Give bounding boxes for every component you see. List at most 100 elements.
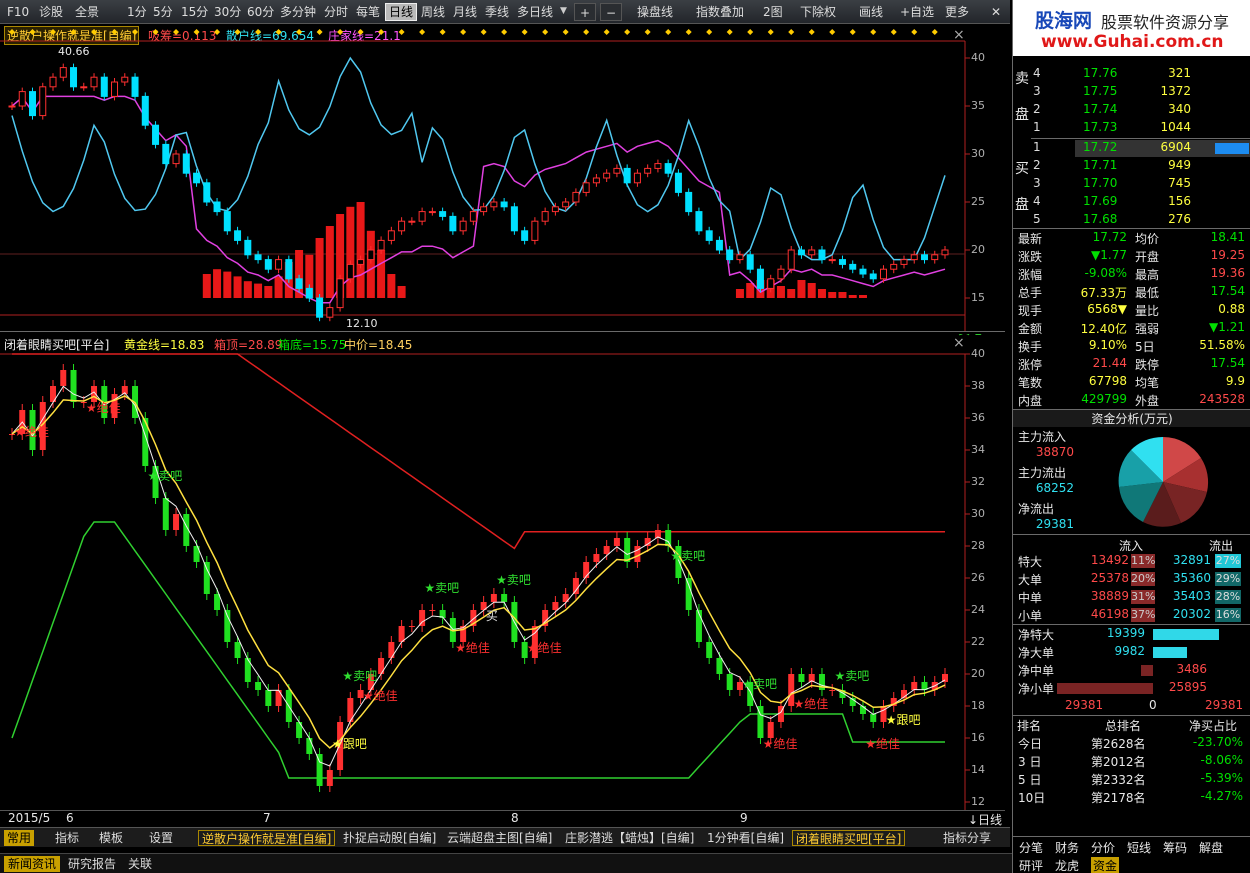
quote-panel: 股海网 股票软件资源分享 www.Guhai.com.cn 卖 盘 买 盘 资金… bbox=[1012, 0, 1250, 873]
stat-label: 最高 bbox=[1135, 268, 1160, 282]
status-bar: 新闻资讯 研究报告 关联 bbox=[0, 853, 1012, 873]
period-monthly[interactable]: 月线 bbox=[450, 3, 480, 21]
sell-level-index: 3 bbox=[1033, 84, 1041, 98]
tab-news[interactable]: 新闻资讯 bbox=[4, 856, 61, 872]
candle-body bbox=[316, 297, 324, 318]
panel-tab[interactable]: 分价 bbox=[1091, 839, 1115, 856]
ex-rights-menu[interactable]: 下除权 bbox=[797, 3, 839, 21]
period-intraday[interactable]: 分时 bbox=[321, 3, 351, 21]
fund-value: 68252 bbox=[1035, 481, 1074, 495]
zoom-in-button[interactable]: + bbox=[574, 3, 596, 21]
indicator-button[interactable]: 指标 bbox=[52, 830, 82, 846]
candle-body bbox=[275, 690, 282, 706]
candle-body bbox=[623, 167, 631, 184]
candle-body bbox=[501, 594, 508, 602]
tab-indicator-5[interactable]: 1分钟看[自编] bbox=[704, 830, 787, 846]
volume-bar bbox=[243, 281, 252, 298]
gold-line bbox=[11, 395, 946, 749]
index-overlay-menu[interactable]: 指数叠加 bbox=[693, 3, 747, 21]
period-1min[interactable]: 1分 bbox=[124, 3, 150, 21]
tab-indicator-3[interactable]: 云端超盘主图[自编] bbox=[444, 830, 555, 846]
close-icon[interactable]: ✕ bbox=[988, 3, 1004, 21]
stat-label: 总手 bbox=[1018, 286, 1043, 300]
add-favorite-menu[interactable]: +自选 bbox=[897, 3, 937, 21]
chevron-down-icon[interactable]: ▼ bbox=[560, 6, 567, 16]
f10-button[interactable]: F10 bbox=[4, 3, 32, 21]
period-30min[interactable]: 30分 bbox=[211, 3, 244, 21]
diagnose-button[interactable]: 诊股 bbox=[36, 3, 66, 21]
axis-label: 12 bbox=[971, 795, 985, 808]
candle-body bbox=[377, 239, 385, 251]
flow-in-value: 46198 bbox=[1090, 607, 1129, 621]
period-multi-min[interactable]: 多分钟 bbox=[277, 3, 319, 21]
sanhu-line bbox=[11, 56, 946, 262]
period-multi-day[interactable]: 多日线 bbox=[514, 3, 556, 21]
signal-marker bbox=[583, 29, 590, 35]
signal-marker bbox=[870, 29, 877, 35]
main-chart-pane[interactable]: 逆散户操作就是准[自编] 吸筹=0.113 散户线=69.654 庄家线=21.… bbox=[0, 25, 1005, 331]
panel-tab[interactable]: 短线 bbox=[1127, 839, 1151, 856]
candle-body bbox=[285, 259, 293, 280]
period-5min[interactable]: 5分 bbox=[150, 3, 176, 21]
signal-label: ★跟吧 bbox=[332, 737, 367, 751]
tab-indicator-6[interactable]: 闭着眼睛买吧[平台] bbox=[792, 830, 906, 846]
candle-body bbox=[49, 76, 57, 88]
candle-body bbox=[685, 191, 693, 213]
two-chart-menu[interactable]: 2图 bbox=[760, 3, 786, 21]
period-60min[interactable]: 60分 bbox=[244, 3, 277, 21]
trade-line-menu[interactable]: 操盘线 bbox=[634, 3, 676, 21]
panel-tab[interactable]: 资金 bbox=[1091, 857, 1120, 873]
signal-marker bbox=[357, 29, 364, 35]
more-menu[interactable]: 更多 bbox=[942, 3, 972, 21]
signal-marker bbox=[29, 29, 36, 35]
flow-out-value: 35403 bbox=[1172, 589, 1211, 603]
common-button[interactable]: 常用 bbox=[4, 830, 35, 846]
sub-chart-pane[interactable]: 闭着眼睛买吧[平台] 黄金线=18.83 箱顶=28.89 箱底=15.75 中… bbox=[0, 334, 1005, 810]
template-button[interactable]: 模板 bbox=[96, 830, 126, 846]
stat-value: 51.58% bbox=[1199, 338, 1245, 352]
panel-tab[interactable]: 研评 bbox=[1019, 857, 1043, 873]
draw-line-button[interactable]: 画线 bbox=[856, 3, 886, 21]
period-daily[interactable]: 日线 bbox=[385, 3, 418, 21]
candle-body bbox=[685, 578, 692, 610]
flow-out-value: 35360 bbox=[1172, 571, 1211, 585]
candle-body bbox=[306, 738, 313, 754]
candle-body bbox=[429, 610, 436, 611]
candle-body bbox=[787, 249, 795, 270]
overview-button[interactable]: 全景 bbox=[72, 3, 102, 21]
sell-label: 盘 bbox=[1015, 107, 1029, 123]
tab-indicator-4[interactable]: 庄影潜逃【蜡烛】[自编] bbox=[562, 830, 697, 846]
flow-out-header: 流出 bbox=[1209, 539, 1234, 553]
tab-related[interactable]: 关联 bbox=[124, 856, 156, 872]
candle-body bbox=[173, 514, 180, 530]
period-tick[interactable]: 每笔 bbox=[353, 3, 383, 21]
indicator-share-button[interactable]: 指标分享 bbox=[940, 830, 994, 846]
panel-tab[interactable]: 财务 bbox=[1055, 839, 1079, 856]
signal-label: ★绝佳 bbox=[363, 688, 398, 703]
tab-indicator-2[interactable]: 扑捉启动股[自编] bbox=[340, 830, 439, 846]
period-quarterly[interactable]: 季线 bbox=[482, 3, 512, 21]
date-label: 7 bbox=[263, 811, 271, 825]
tab-indicator-1[interactable]: 逆散户操作就是准[自编] bbox=[198, 830, 336, 846]
tab-research[interactable]: 研究报告 bbox=[64, 856, 120, 872]
stat-value: 18.41 bbox=[1210, 230, 1245, 244]
candle-body bbox=[490, 201, 498, 208]
panel-tab[interactable]: 筹码 bbox=[1163, 839, 1187, 856]
volume-bar bbox=[213, 269, 222, 298]
axis-label: 15 bbox=[971, 291, 985, 304]
panel-tab[interactable]: 龙虎 bbox=[1055, 857, 1079, 873]
panel-tab[interactable]: 分笔 bbox=[1019, 839, 1043, 856]
candle-body bbox=[674, 172, 682, 193]
date-label: 6 bbox=[66, 811, 74, 825]
candle-body bbox=[911, 682, 918, 690]
net-value: 25895 bbox=[1168, 680, 1207, 694]
sell-volume: 321 bbox=[1168, 66, 1191, 80]
period-weekly[interactable]: 周线 bbox=[418, 3, 448, 21]
signal-marker bbox=[50, 29, 57, 35]
panel-tab[interactable]: 解盘 bbox=[1199, 839, 1223, 856]
period-15min[interactable]: 15分 bbox=[178, 3, 211, 21]
zoom-out-button[interactable]: − bbox=[600, 3, 622, 21]
settings-button[interactable]: 设置 bbox=[146, 830, 176, 846]
candle-body bbox=[706, 642, 713, 658]
axis-label: 20 bbox=[971, 667, 985, 680]
